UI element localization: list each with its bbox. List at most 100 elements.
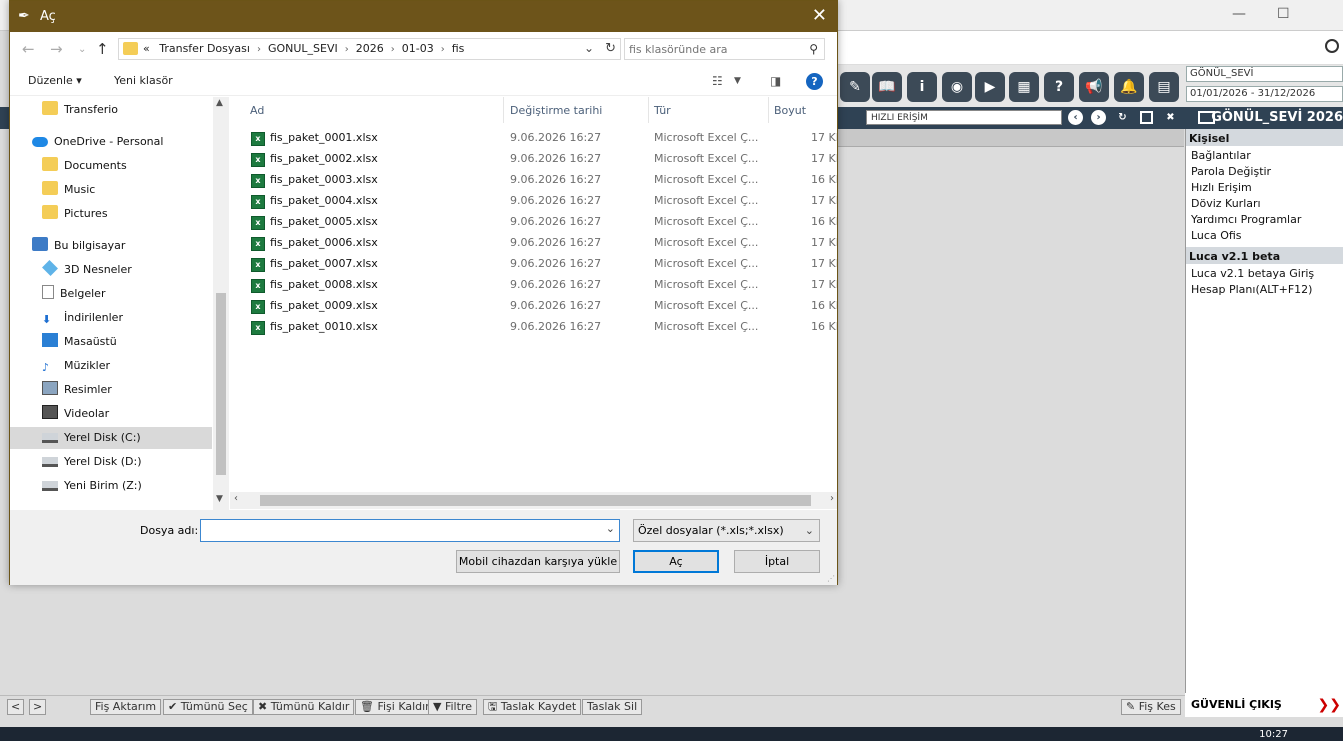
scroll-up-icon[interactable]: ▲ — [216, 98, 223, 108]
chevron-right-icon[interactable]: › — [257, 44, 261, 55]
user-select[interactable]: GÖNÜL_SEVİ — [1186, 66, 1343, 82]
forward-arrow-icon[interactable]: → — [50, 40, 63, 58]
date-range-select[interactable]: 01/01/2026 - 31/12/2026 — [1186, 86, 1343, 102]
preview-pane-icon[interactable]: ◨ — [770, 74, 781, 88]
scroll-thumb[interactable] — [260, 495, 811, 506]
calculator-icon[interactable]: ▦ — [1009, 72, 1039, 102]
fis-aktarim-button[interactable]: Fiş Aktarım — [90, 699, 162, 715]
side-link-parola[interactable]: Parola Değiştir — [1186, 164, 1343, 180]
remove-fis-button[interactable]: 🗑 Fişi Kaldır — [355, 699, 435, 715]
address-bar[interactable]: « Transfer Dosyası › GONUL_SEVI › 2026 › 01-03… — [118, 38, 621, 60]
scroll-left-icon[interactable]: ‹ — [234, 493, 238, 504]
close-icon[interactable]: ✖ — [1163, 110, 1178, 125]
breadcrumb-item[interactable]: Transfer Dosyası — [159, 42, 250, 55]
nav-scrollbar[interactable]: ▲ ▼ — [213, 97, 229, 512]
search-icon[interactable]: ⚲ — [809, 42, 818, 56]
new-folder-button[interactable]: Yeni klasör — [114, 74, 173, 87]
chevron-right-icon[interactable]: › — [345, 44, 349, 55]
chevron-down-icon[interactable]: ⌄ — [584, 41, 594, 55]
file-row[interactable]: x fis_paket_0010.xlsx 9.06.2026 16:27 Micro… — [230, 317, 837, 338]
minimize-icon[interactable]: — — [1232, 6, 1246, 22]
deselect-all-button[interactable]: ✖ Tümünü Kaldır — [253, 699, 355, 715]
nav-item-transferio[interactable]: Transferio — [42, 99, 212, 121]
nav-item-muzikler[interactable]: ♪ Müzikler — [42, 355, 212, 377]
quick-access-select[interactable]: HIZLI ERİŞİM — [866, 110, 1062, 125]
nav-item-pictures[interactable]: Pictures — [42, 203, 212, 225]
file-row[interactable]: x fis_paket_0007.xlsx 9.06.2026 16:27 Micro… — [230, 254, 837, 275]
chevron-right-icon[interactable]: › — [391, 44, 395, 55]
file-row[interactable]: x fis_paket_0005.xlsx 9.06.2026 16:27 Micro… — [230, 212, 837, 233]
breadcrumb-item[interactable]: fis — [452, 42, 465, 55]
column-name[interactable]: Ad — [250, 104, 264, 117]
view-options-icon[interactable]: ☷ — [712, 74, 723, 88]
back-circle-icon[interactable]: ‹ — [1068, 110, 1083, 125]
filename-combo[interactable]: ⌄ — [200, 519, 620, 542]
delete-draft-button[interactable]: Taslak Sil — [582, 699, 643, 715]
up-arrow-icon[interactable]: ↑ — [96, 40, 109, 58]
refresh-icon[interactable]: ↻ — [605, 41, 616, 56]
nav-item-downloads[interactable]: ⬇ İndirilenler — [42, 307, 212, 329]
side-link-baglantilar[interactable]: Bağlantılar — [1186, 148, 1343, 164]
side-link-doviz[interactable]: Döviz Kurları — [1186, 196, 1343, 212]
upload-from-mobile-button[interactable]: Mobil cihazdan karşıya yükle — [456, 550, 620, 573]
resize-grip-icon[interactable]: ⋰ — [827, 574, 835, 583]
notebook-icon[interactable]: ▤ — [1149, 72, 1179, 102]
file-row[interactable]: x fis_paket_0004.xlsx 9.06.2026 16:27 Micro… — [230, 191, 837, 212]
nav-item-belgeler[interactable]: Belgeler — [42, 283, 212, 305]
forward-circle-icon[interactable]: › — [1091, 110, 1106, 125]
help-icon[interactable]: ? — [806, 73, 823, 90]
file-row[interactable]: x fis_paket_0002.xlsx 9.06.2026 16:27 Micro… — [230, 149, 837, 170]
side-link-hizli-erisim[interactable]: Hızlı Erişim — [1186, 180, 1343, 196]
file-row[interactable]: x fis_paket_0009.xlsx 9.06.2026 16:27 Micro… — [230, 296, 837, 317]
filename-input[interactable] — [204, 521, 599, 540]
close-icon[interactable]: ✕ — [812, 5, 827, 26]
back-arrow-icon[interactable]: ← — [22, 40, 35, 58]
scroll-down-icon[interactable]: ▼ — [216, 494, 223, 504]
fis-kes-button[interactable]: ✎ Fiş Kes — [1121, 699, 1181, 715]
zoom-icon[interactable] — [1325, 39, 1339, 53]
horizontal-scrollbar[interactable]: ‹ › — [230, 492, 837, 509]
file-row[interactable]: x fis_paket_0003.xlsx 9.06.2026 16:27 Micro… — [230, 170, 837, 191]
nav-item-this-pc[interactable]: Bu bilgisayar — [32, 235, 212, 257]
safe-exit-button[interactable]: GÜVENLİ ÇIKIŞ ❯❯ — [1185, 693, 1343, 717]
nav-item-local-disk-c[interactable]: Yerel Disk (C:) — [10, 427, 212, 449]
note-icon[interactable]: ✎ — [840, 72, 870, 102]
window-icon[interactable] — [1140, 111, 1153, 124]
cancel-button[interactable]: İptal — [734, 550, 820, 573]
file-row[interactable]: x fis_paket_0008.xlsx 9.06.2026 16:27 Micro… — [230, 275, 837, 296]
bell-icon[interactable]: 🔔 — [1114, 72, 1144, 102]
breadcrumb-overflow[interactable]: « — [143, 42, 150, 55]
nav-item-music[interactable]: Music — [42, 179, 212, 201]
nav-item-3d-objects[interactable]: 3D Nesneler — [42, 259, 212, 281]
dialog-title-bar[interactable]: ✒ Aç ✕ — [10, 1, 837, 32]
column-divider[interactable] — [503, 97, 504, 123]
chevron-down-icon[interactable]: ⌄ — [606, 522, 615, 535]
youtube-icon[interactable]: ▶ — [975, 72, 1005, 102]
nav-item-volume-z[interactable]: Yeni Birim (Z:) — [42, 475, 212, 497]
megaphone-icon[interactable]: 📢 — [1079, 72, 1109, 102]
scroll-right-icon[interactable]: › — [830, 493, 834, 504]
organize-menu-button[interactable]: Düzenle ▾ — [28, 74, 82, 87]
breadcrumb-item[interactable]: GONUL_SEVI — [268, 42, 338, 55]
column-size[interactable]: Boyut — [774, 104, 806, 117]
save-draft-button[interactable]: 🖫 Taslak Kaydet — [483, 699, 582, 715]
prev-button[interactable]: < — [7, 699, 25, 715]
open-button[interactable]: Aç — [633, 550, 719, 573]
breadcrumb-item[interactable]: 01-03 — [402, 42, 434, 55]
nav-item-local-disk-d[interactable]: Yerel Disk (D:) — [42, 451, 212, 473]
column-divider[interactable] — [648, 97, 649, 123]
recent-chevron-icon[interactable]: ⌄ — [78, 44, 86, 55]
caret-down-icon[interactable]: ▼ — [734, 76, 741, 86]
column-divider[interactable] — [768, 97, 769, 123]
globe-icon[interactable]: ◉ — [942, 72, 972, 102]
column-date[interactable]: Değiştirme tarihi — [510, 104, 602, 117]
select-all-button[interactable]: ✔ Tümünü Seç — [163, 699, 253, 715]
chevron-right-icon[interactable]: › — [441, 44, 445, 55]
nav-item-desktop[interactable]: Masaüstü — [42, 331, 212, 353]
scroll-thumb[interactable] — [216, 293, 226, 475]
side-link-yardimci[interactable]: Yardımcı Programlar — [1186, 212, 1343, 228]
side-link-luca-ofis[interactable]: Luca Ofis — [1186, 228, 1343, 244]
side-link-luca-beta[interactable]: Luca v2.1 betaya Giriş — [1186, 266, 1343, 282]
info-icon[interactable]: i — [907, 72, 937, 102]
column-type[interactable]: Tür — [654, 104, 671, 117]
